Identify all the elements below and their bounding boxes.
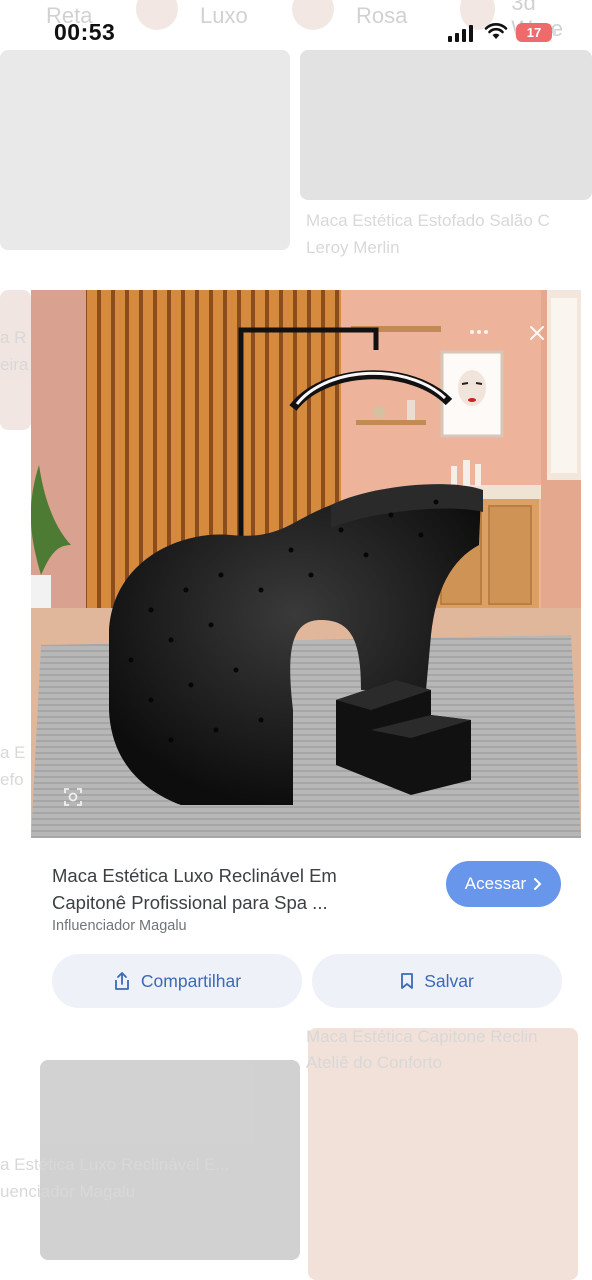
- result-title-fragment: a R: [0, 328, 27, 347]
- share-button[interactable]: Compartilhar: [52, 954, 302, 1008]
- share-icon: [115, 972, 129, 990]
- result-image[interactable]: [300, 50, 592, 200]
- result-title-fragment: a E: [0, 743, 26, 762]
- result-source: Leroy Merlin: [306, 238, 400, 257]
- result-source: uenciador Magalu: [0, 1182, 136, 1201]
- status-time: 00:53: [54, 19, 116, 45]
- visit-label: Acessar: [464, 874, 527, 893]
- chevron-right-icon: [534, 878, 542, 890]
- cellular-signal-icon: [448, 24, 473, 42]
- wifi-icon: [484, 23, 508, 39]
- result-source: Ateliê do Conforto: [306, 1053, 443, 1072]
- product-image[interactable]: [31, 290, 581, 838]
- status-bar: 00:53 17: [0, 0, 592, 62]
- product-photo: [31, 290, 581, 838]
- result-title[interactable]: a Estética Luxo Reclinável E...: [0, 1152, 230, 1178]
- more-options-icon[interactable]: [470, 322, 494, 342]
- battery-indicator: 17: [516, 23, 556, 42]
- visual-search-icon[interactable]: [62, 786, 84, 808]
- save-label: Salvar: [424, 970, 474, 991]
- battery-level: 17: [526, 25, 542, 40]
- save-button[interactable]: Salvar: [312, 954, 562, 1008]
- share-label: Compartilhar: [140, 970, 242, 991]
- result-title[interactable]: Maca Estética Capitone Reclin: [306, 1024, 538, 1050]
- result-source: Influenciador Magalu: [52, 918, 187, 934]
- visit-button[interactable]: Acessar: [446, 861, 561, 907]
- result-title[interactable]: Maca Estética Estofado Salão C: [306, 208, 550, 234]
- result-source-fragment: efo: [0, 770, 24, 789]
- result-title[interactable]: Maca Estética Luxo Reclinável Em Capiton…: [52, 862, 432, 916]
- result-source-fragment: eira: [0, 355, 29, 374]
- result-image[interactable]: [0, 50, 290, 250]
- bookmark-icon: [401, 973, 414, 989]
- close-icon[interactable]: [526, 322, 548, 344]
